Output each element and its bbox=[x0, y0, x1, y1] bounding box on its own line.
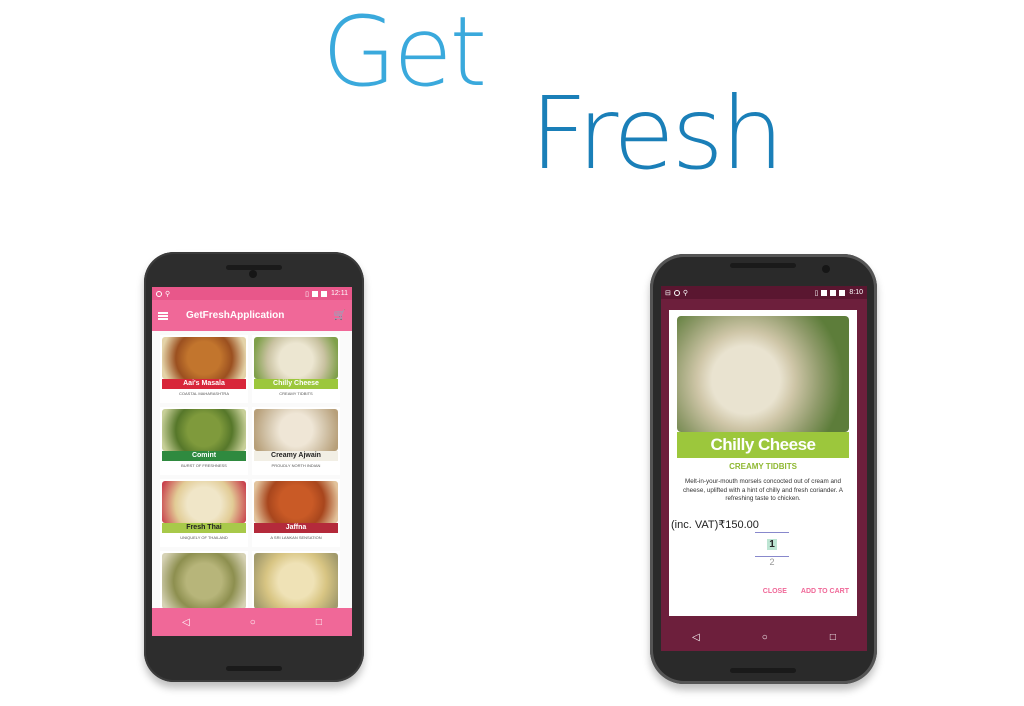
front-camera bbox=[249, 270, 257, 278]
status-time: 12:11 bbox=[331, 290, 348, 297]
signal-icon bbox=[312, 290, 318, 297]
product-tile[interactable]: Creamy Ajwain PROUDLY NORTH INDIAN bbox=[252, 407, 340, 475]
battery-icon bbox=[321, 290, 327, 297]
status-bar: ⊟ ⚲ ▯ 8:10 bbox=[661, 286, 867, 299]
location-icon: ⚲ bbox=[682, 289, 689, 297]
status-bar: ⚲ ▯ 12:11 bbox=[152, 287, 352, 300]
product-name: Comint bbox=[162, 451, 246, 461]
battery-icon bbox=[839, 289, 846, 296]
quantity-picker[interactable]: 1 2 bbox=[753, 532, 791, 592]
navigation-bar: ◁ ○ □ bbox=[661, 623, 867, 651]
vibrate-icon: ▯ bbox=[814, 289, 819, 297]
earpiece-speaker bbox=[730, 263, 796, 268]
cart-icon[interactable]: 🛒 bbox=[334, 310, 346, 321]
quantity-selected[interactable]: 1 bbox=[767, 539, 777, 550]
signal-icon bbox=[830, 289, 837, 296]
headline-fresh: Fresh bbox=[530, 75, 784, 192]
product-tag: PROUDLY NORTH INDIAN bbox=[271, 463, 321, 468]
product-image bbox=[254, 481, 338, 523]
app-bar: GetFreshApplication 🛒 bbox=[152, 300, 352, 331]
product-image bbox=[162, 481, 246, 523]
home-icon[interactable]: ○ bbox=[250, 617, 256, 628]
product-tile[interactable]: Jaffna A SRI LANKAN SENSATION bbox=[252, 479, 340, 547]
product-tag: UNIQUELY OF THAILAND bbox=[180, 535, 228, 540]
product-tile[interactable]: Chilly Cheese CREAMY TIDBITS bbox=[252, 335, 340, 403]
menu-icon[interactable] bbox=[158, 311, 168, 320]
add-to-cart-button[interactable]: ADD TO CART bbox=[801, 588, 849, 595]
product-image bbox=[254, 409, 338, 451]
product-tile[interactable]: Aai's Masala COASTAL MAHARASHTRA bbox=[160, 335, 248, 403]
status-time: 8:10 bbox=[849, 289, 863, 296]
product-image bbox=[254, 553, 338, 609]
front-camera bbox=[822, 265, 830, 273]
product-name: Chilly Cheese bbox=[254, 379, 338, 389]
picker-divider bbox=[755, 532, 789, 533]
product-description: Melt-in-your-mouth morsels concocted out… bbox=[683, 478, 843, 502]
headline-get: Get bbox=[322, 0, 487, 108]
product-image bbox=[162, 337, 246, 379]
product-image bbox=[162, 409, 246, 451]
product-title: Chilly Cheese bbox=[677, 432, 849, 458]
wifi-icon bbox=[821, 289, 828, 296]
product-price: (inc. VAT)₹150.00 bbox=[671, 519, 759, 531]
dialog-actions: CLOSE ADD TO CART bbox=[763, 588, 849, 595]
product-tile[interactable]: Fresh Thai UNIQUELY OF THAILAND bbox=[160, 479, 248, 547]
product-dialog: Chilly Cheese CREAMY TIDBITS Melt-in-you… bbox=[669, 310, 857, 616]
product-name: Creamy Ajwain bbox=[254, 451, 338, 461]
notification-icon bbox=[673, 289, 680, 296]
recents-icon[interactable]: □ bbox=[830, 632, 836, 643]
recents-icon[interactable]: □ bbox=[316, 617, 322, 628]
back-icon[interactable]: ◁ bbox=[692, 632, 700, 643]
product-image bbox=[162, 553, 246, 609]
product-image bbox=[677, 316, 849, 432]
app-title: GetFreshApplication bbox=[186, 310, 285, 321]
right-phone-screen: ⊟ ⚲ ▯ 8:10 Chilly Cheese CREAMY TIDBITS … bbox=[661, 286, 867, 651]
product-tag: A SRI LANKAN SENSATION bbox=[270, 535, 322, 540]
bottom-speaker bbox=[226, 666, 282, 671]
home-icon[interactable]: ○ bbox=[762, 632, 768, 643]
product-tag: CREAMY TIDBITS bbox=[279, 391, 313, 396]
product-tag: BURST OF FRESHNESS bbox=[181, 463, 227, 468]
bottom-speaker bbox=[730, 668, 796, 673]
product-grid: Aai's Masala COASTAL MAHARASHTRA Chilly … bbox=[152, 331, 352, 623]
bag-icon: ⊟ bbox=[665, 289, 671, 297]
product-name: Fresh Thai bbox=[162, 523, 246, 533]
close-button[interactable]: CLOSE bbox=[763, 588, 787, 595]
product-name: Aai's Masala bbox=[162, 379, 246, 389]
navigation-bar: ◁ ○ □ bbox=[152, 608, 352, 636]
product-image bbox=[254, 337, 338, 379]
product-tile[interactable]: Comint BURST OF FRESHNESS bbox=[160, 407, 248, 475]
location-icon: ⚲ bbox=[165, 290, 171, 298]
vibrate-icon: ▯ bbox=[305, 290, 309, 298]
product-name: Jaffna bbox=[254, 523, 338, 533]
back-icon[interactable]: ◁ bbox=[182, 617, 190, 628]
product-subtitle: CREAMY TIDBITS bbox=[729, 462, 797, 471]
quantity-next[interactable]: 2 bbox=[753, 557, 791, 567]
product-tag: COASTAL MAHARASHTRA bbox=[178, 391, 229, 396]
left-phone-screen: ⚲ ▯ 12:11 GetFreshApplication 🛒 Aai's Ma… bbox=[152, 287, 352, 636]
notification-icon bbox=[156, 290, 162, 297]
